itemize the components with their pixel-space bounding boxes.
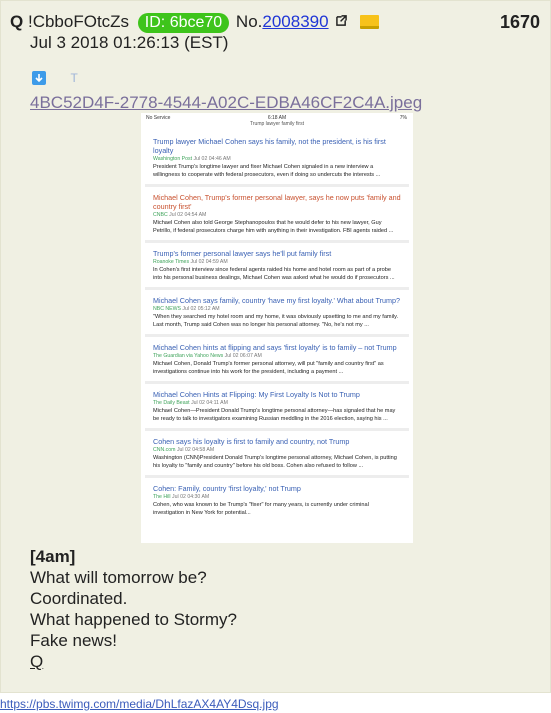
search-result-card[interactable]: Trump lawyer Michael Cohen says his fami… (145, 131, 409, 184)
result-time: Jul 02 04:30 AM (172, 494, 210, 500)
result-source: CNBC Jul 02 04:54 AM (153, 212, 401, 219)
result-source-name: NBC NEWS (153, 306, 181, 312)
result-time: Jul 02 04:54 AM (169, 212, 207, 218)
post-line: Coordinated. (30, 589, 128, 608)
external-link-icon[interactable] (336, 15, 348, 26)
search-result-card[interactable]: Trump's former personal lawyer says he'l… (145, 240, 409, 287)
post-number-link[interactable]: 2008390 (262, 12, 328, 31)
result-title[interactable]: Michael Cohen says family, country 'have… (153, 296, 401, 305)
result-source-name: CNBC (153, 212, 168, 218)
post-line: [4am] (30, 547, 76, 566)
result-source-name: CNN.com (153, 447, 176, 453)
search-result-card[interactable]: Michael Cohen hints at flipping and says… (145, 334, 409, 381)
result-time: Jul 02 06:07 AM (224, 353, 262, 359)
result-source: CNN.com Jul 02 04:58 AM (153, 447, 401, 454)
result-snippet: Michael Cohen, Donald Trump's former per… (153, 361, 384, 375)
post-line: Fake news! (30, 631, 117, 650)
post-line: What will tomorrow be? (30, 568, 207, 587)
embedded-screenshot: No Service 6:18 AM 7% Trump lawyer famil… (141, 113, 413, 543)
result-source-name: The Hill (153, 494, 171, 500)
result-source: The Daily Beast Jul 02 04:11 AM (153, 400, 401, 407)
result-source: Washington Post Jul 02 04:46 AM (153, 156, 401, 163)
result-title[interactable]: Cohen: Family, country 'first loyalty,' … (153, 484, 401, 493)
result-time: Jul 02 04:58 AM (176, 447, 215, 453)
download-icon[interactable] (32, 71, 46, 85)
result-source-name: The Daily Beast (153, 400, 190, 406)
search-result-card[interactable]: Michael Cohen, Trump's former personal l… (145, 184, 409, 240)
result-time: Jul 02 04:46 AM (193, 156, 231, 162)
source-url-link[interactable]: https://pbs.twimg.com/media/DhLfazAX4AY4… (0, 697, 279, 711)
post-header: Q !CbboFOtcZs ID: 6bce70 No.2008390 (10, 12, 380, 33)
search-result-card[interactable]: Cohen says his loyalty is first to famil… (145, 428, 409, 475)
search-result-card[interactable]: Michael Cohen says family, country 'have… (145, 287, 409, 334)
result-title[interactable]: Michael Cohen Hints at Flipping: My Firs… (153, 390, 401, 399)
result-source: The Hill Jul 02 04:30 AM (153, 494, 401, 501)
post-no-prefix: No. (235, 12, 263, 31)
result-title[interactable]: Trump lawyer Michael Cohen says his fami… (153, 137, 401, 155)
post-container: Q !CbboFOtcZs ID: 6bce70 No.2008390 1670… (0, 0, 551, 693)
result-snippet: In Cohen's first interview since federal… (153, 267, 395, 281)
post-line: What happened to Stormy? (30, 610, 237, 629)
result-snippet: Cohen, who was known to be Trump's "fixe… (153, 502, 369, 516)
file-actions: T (32, 71, 78, 85)
id-badge[interactable]: ID: 6bce70 (137, 13, 230, 33)
result-snippet: President Trump's longtime lawyer and fi… (153, 164, 381, 178)
result-source-name: Washington Post (153, 156, 193, 162)
result-source: The Guardian via Yahoo News Jul 02 06:07… (153, 353, 401, 360)
result-source-name: The Guardian via Yahoo News (153, 353, 224, 359)
result-snippet: Michael Cohen also told George Stephanop… (153, 220, 394, 234)
text-search-icon[interactable]: T (70, 71, 77, 85)
result-snippet: "When they searched my hotel room and my… (153, 314, 399, 328)
result-title[interactable]: Michael Cohen hints at flipping and says… (153, 343, 401, 352)
post-signature: Q (30, 652, 44, 671)
post-body: [4am] What will tomorrow be? Coordinated… (30, 546, 237, 672)
url-bar: Trump lawyer family first (250, 121, 304, 127)
search-result-card[interactable]: Cohen: Family, country 'first loyalty,' … (145, 475, 409, 522)
result-source: NBC NEWS Jul 02 05:12 AM (153, 306, 401, 313)
result-title[interactable]: Michael Cohen, Trump's former personal l… (153, 193, 401, 211)
result-snippet: Washington (CNN)President Donald Trump's… (153, 455, 397, 469)
search-result-card[interactable]: Michael Cohen Hints at Flipping: My Firs… (145, 381, 409, 428)
search-results: Trump lawyer Michael Cohen says his fami… (141, 131, 413, 522)
tripcode: !CbboFOtcZs (27, 12, 130, 31)
result-time: Jul 02 04:59 AM (190, 259, 228, 265)
result-source: Roanoke Times Jul 02 04:59 AM (153, 259, 401, 266)
result-snippet: Michael Cohen—President Donald Trump's l… (153, 408, 396, 422)
result-time: Jul 02 05:12 AM (182, 306, 220, 312)
result-time: Jul 02 04:11 AM (191, 400, 228, 406)
post-date: Jul 3 2018 01:26:13 (EST) (30, 33, 229, 52)
folder-icon[interactable] (360, 15, 380, 29)
poster-name: Q (10, 12, 24, 31)
reply-count: 1670 (499, 12, 540, 32)
result-title[interactable]: Trump's former personal lawyer says he'l… (153, 249, 401, 258)
file-name-link[interactable]: 4BC52D4F-2778-4544-A02C-EDBA46CF2C4A.jpe… (30, 93, 422, 113)
result-title[interactable]: Cohen says his loyalty is first to famil… (153, 437, 401, 446)
result-source-name: Roanoke Times (153, 259, 190, 265)
